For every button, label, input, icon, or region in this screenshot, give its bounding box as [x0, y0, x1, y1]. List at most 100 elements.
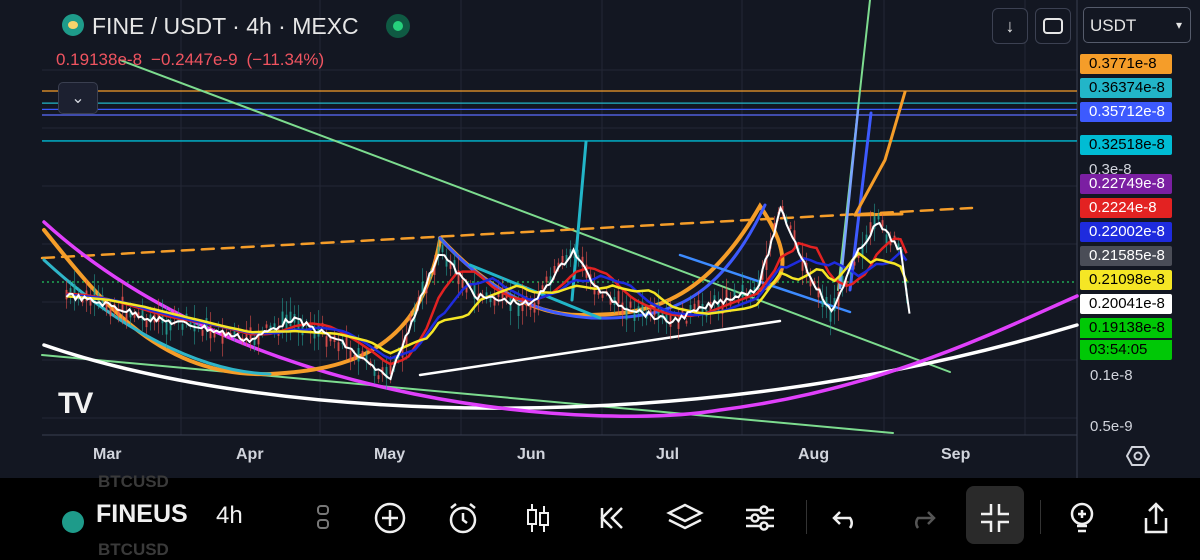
- candle: [601, 294, 604, 298]
- ghost-symbol: BTCUSD: [98, 472, 169, 491]
- countdown-label: 03:54:05: [1080, 340, 1172, 360]
- replay-icon[interactable]: [592, 498, 632, 538]
- price-change-percent: (−11.34%): [246, 50, 325, 69]
- candle: [561, 255, 564, 263]
- candle: [789, 225, 792, 229]
- symbol-logo-icon: [62, 14, 84, 36]
- market-status-icon[interactable]: [386, 14, 410, 38]
- redo-icon[interactable]: [902, 498, 942, 538]
- price-label: 0.22749e-8: [1080, 174, 1172, 194]
- price-change: −0.2447e-9: [151, 50, 238, 69]
- download-button[interactable]: ↓: [992, 8, 1028, 44]
- price-label: 0.2224e-8: [1080, 198, 1172, 218]
- candle: [361, 350, 364, 356]
- month-label: Sep: [941, 446, 971, 463]
- price-label: 0.21098e-8: [1080, 270, 1172, 290]
- ohlc-readout: 0.19138e-8 −0.2447e-9 (−11.34%): [56, 50, 333, 70]
- price-label: 0.32518e-8: [1080, 135, 1172, 155]
- month-label: Mar: [93, 446, 122, 463]
- candle: [533, 302, 536, 313]
- collapse-icon[interactable]: [975, 498, 1015, 538]
- download-arrow-icon: ↓: [1005, 15, 1015, 36]
- add-circle-icon[interactable]: [370, 498, 410, 538]
- candle: [377, 375, 380, 380]
- candles-icon[interactable]: [518, 498, 558, 538]
- ghost-symbol: BTCUSD: [98, 540, 169, 559]
- candle: [877, 214, 880, 220]
- candle: [145, 320, 148, 328]
- candle: [741, 284, 744, 298]
- price-tick: 0.5e-9: [1090, 418, 1133, 435]
- month-label: Aug: [798, 446, 830, 463]
- last-price: 0.19138e-8: [56, 50, 143, 69]
- month-label: Jul: [656, 446, 680, 463]
- candle: [93, 288, 96, 303]
- price-label: 0.3771e-8: [1080, 54, 1172, 74]
- candle: [629, 301, 632, 308]
- divider: [1040, 500, 1041, 534]
- currency-select[interactable]: USDT ▾: [1083, 7, 1191, 43]
- symbol-button[interactable]: FINEUS: [96, 500, 188, 529]
- chevron-down-icon: ⌄: [71, 90, 85, 107]
- divider: [806, 500, 807, 534]
- candle: [125, 312, 128, 321]
- price-label: 0.22002e-8: [1080, 222, 1172, 242]
- chart-canvas[interactable]: [0, 0, 1200, 478]
- interval-button[interactable]: 4h: [216, 502, 243, 530]
- price-tick: 0.1e-8: [1090, 367, 1133, 384]
- candle: [545, 276, 548, 283]
- fullscreen-button[interactable]: [1035, 8, 1071, 44]
- candle: [685, 320, 688, 324]
- candle: [181, 323, 184, 330]
- chart-title[interactable]: FINE / USDT · 4h · MEXC: [92, 13, 359, 40]
- price-label: 0.20041e-8: [1080, 294, 1172, 314]
- price-label: 0.19138e-8: [1080, 318, 1172, 338]
- undo-icon[interactable]: [826, 498, 866, 538]
- candle: [441, 244, 444, 253]
- candle: [201, 330, 204, 336]
- candle: [337, 342, 340, 352]
- collapse-legend-button[interactable]: ⌄: [58, 82, 98, 114]
- candle: [209, 325, 212, 339]
- chart-panel[interactable]: FINE / USDT · 4h · MEXC 0.19138e-8 −0.244…: [0, 0, 1200, 478]
- share-icon[interactable]: [1136, 498, 1176, 538]
- settings-hexagon-icon[interactable]: [1125, 445, 1151, 467]
- support-arc: [42, 323, 1079, 410]
- alarm-icon[interactable]: [443, 498, 483, 538]
- month-label: Jun: [517, 446, 546, 463]
- month-label: Apr: [236, 446, 264, 463]
- rounded-square-icon: [1043, 18, 1063, 34]
- trendline: [838, 108, 860, 290]
- candle: [693, 303, 696, 310]
- more-vertical-icon[interactable]: [304, 498, 344, 538]
- candle: [689, 304, 692, 315]
- candle: [353, 355, 356, 360]
- candle: [213, 332, 216, 338]
- trendline: [570, 140, 588, 302]
- candle: [289, 311, 292, 326]
- trendline: [848, 111, 873, 292]
- price-label: 0.36374e-8: [1080, 78, 1172, 98]
- candle: [109, 308, 112, 317]
- candle: [853, 261, 856, 266]
- symbol-logo-icon: [62, 511, 84, 533]
- price-label: 0.21585e-8: [1080, 246, 1172, 266]
- idea-bulb-icon[interactable]: [1062, 498, 1102, 538]
- trendline: [418, 319, 782, 377]
- candle: [617, 291, 620, 304]
- candle: [265, 324, 268, 328]
- bottom-toolbar: BTCUSD BTCUSD FINEUS 4h: [0, 472, 1200, 559]
- candle: [461, 279, 464, 288]
- sliders-icon[interactable]: [740, 498, 780, 538]
- chevron-down-icon: ▾: [1175, 18, 1182, 32]
- candle: [541, 285, 544, 290]
- ma-blue-line: [66, 250, 908, 360]
- candle: [357, 348, 360, 362]
- price-label: 0.35712e-8: [1080, 102, 1172, 122]
- candle: [669, 314, 672, 327]
- currency-value: USDT: [1090, 16, 1137, 35]
- candle: [349, 350, 352, 361]
- tradingview-logo: TV: [58, 387, 93, 420]
- layers-icon[interactable]: [665, 498, 705, 538]
- month-label: May: [374, 446, 406, 463]
